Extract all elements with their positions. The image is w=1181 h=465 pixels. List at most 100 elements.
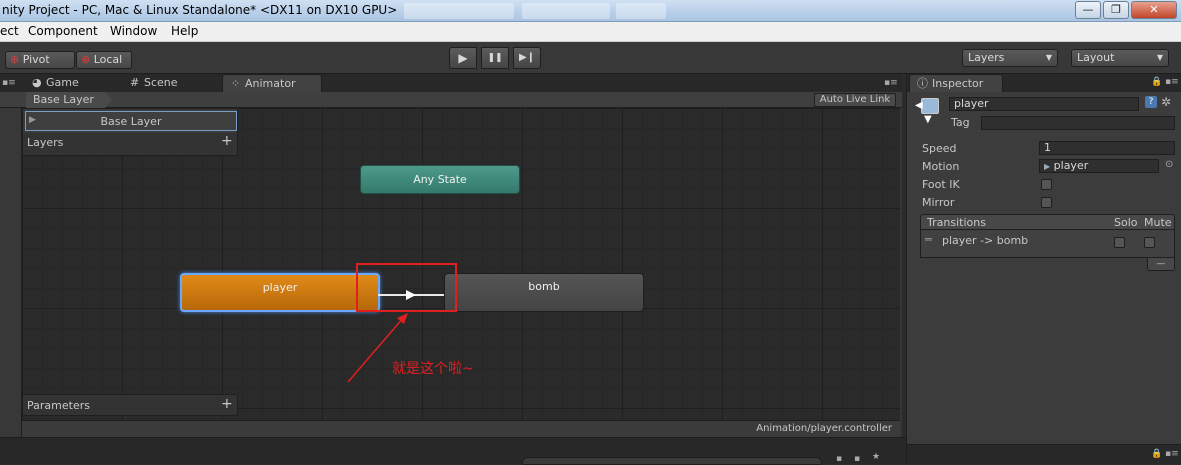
panel-menu-icon[interactable]: ▪≡ xyxy=(2,78,16,88)
local-button[interactable]: ⊗ Local xyxy=(76,51,132,69)
tag-field[interactable] xyxy=(981,116,1175,130)
auto-live-link-button[interactable]: Auto Live Link xyxy=(814,93,896,107)
pause-button[interactable]: ❚❚ xyxy=(481,47,509,69)
breadcrumb-base-layer: Base Layer xyxy=(33,93,94,106)
layer-item-base-layer[interactable]: ▶ Base Layer xyxy=(25,111,237,131)
game-icon: ◕ xyxy=(32,76,42,89)
inspector-tab-strip: ⓘ Inspector 🔒 ▪≡ xyxy=(907,74,1181,92)
menu-item-project[interactable]: ect xyxy=(0,24,19,38)
help-icon[interactable]: ? xyxy=(1145,96,1157,108)
taskbar-ghost-tab xyxy=(404,3,514,19)
layers-dropdown[interactable]: Layers ▼ xyxy=(962,49,1058,67)
animation-clip-icon: ▶ xyxy=(1044,162,1051,171)
speed-field[interactable]: 1 xyxy=(1039,141,1175,155)
step-button[interactable]: ▶❙ xyxy=(513,47,541,69)
gear-icon[interactable]: ✲ xyxy=(1161,95,1171,109)
tab-scene[interactable]: # Scene xyxy=(122,74,220,92)
panel-menu-icon[interactable]: ▪≡ xyxy=(1165,449,1179,459)
state-bomb[interactable]: bomb xyxy=(444,273,644,312)
mirror-checkbox[interactable] xyxy=(1041,197,1052,208)
tab-game[interactable]: ◕ Game xyxy=(24,74,122,92)
menu-bar: ect Component Window Help xyxy=(0,22,1181,42)
layout-dropdown[interactable]: Layout ▼ xyxy=(1071,49,1169,67)
transitions-list: ═ player -> bomb xyxy=(920,230,1175,258)
tab-game-label: Game xyxy=(46,76,79,89)
foot-ik-label: Foot IK xyxy=(922,178,960,191)
add-parameter-button[interactable]: + xyxy=(221,396,233,412)
parameters-panel: Parameters + xyxy=(22,394,238,416)
inspector-panel: ⓘ Inspector 🔒 ▪≡ ◀ ▼ player ? ✲ Tag Spee… xyxy=(906,74,1181,464)
lock-icon[interactable]: 🔒 xyxy=(1151,449,1162,459)
annotation-highlight-box xyxy=(356,263,457,312)
remove-transition-button[interactable]: — xyxy=(1147,258,1175,271)
animator-status-bar: Animation/player.controller xyxy=(22,420,900,437)
pivot-icon: ⊕ xyxy=(10,53,20,66)
tag-label: Tag xyxy=(951,116,970,129)
transitions-header-label: Transitions xyxy=(927,216,986,229)
minimize-button[interactable]: — xyxy=(1075,1,1101,19)
menu-item-component[interactable]: Component xyxy=(28,24,98,38)
tab-inspector-label: Inspector xyxy=(932,77,984,90)
scene-grid-icon: # xyxy=(130,76,140,89)
solo-column-label: Solo xyxy=(1114,216,1138,229)
add-layer-button[interactable]: + xyxy=(221,133,233,149)
local-icon: ⊗ xyxy=(81,53,91,66)
animator-breadcrumb-bar: Base Layer Auto Live Link xyxy=(0,92,902,108)
controller-path: Animation/player.controller xyxy=(756,423,892,434)
bottom-panel-strip: ▪ ▪ ★ xyxy=(0,437,906,465)
mute-checkbox[interactable] xyxy=(1144,237,1155,248)
object-name-field[interactable]: player xyxy=(949,97,1139,111)
speed-label: Speed xyxy=(922,142,957,155)
hierarchy-collapsed-strip xyxy=(0,108,22,437)
chevron-down-icon: ▼ xyxy=(1156,53,1163,62)
tab-inspector[interactable]: ⓘ Inspector xyxy=(909,74,1003,92)
mirror-label: Mirror xyxy=(922,196,955,209)
window-title: nity Project - PC, Mac & Linux Standalon… xyxy=(2,3,398,17)
toolbar: ⊕ Pivot ⊗ Local ▶ ❚❚ ▶❙ Layers ▼ Layout … xyxy=(0,42,1181,74)
menu-item-window[interactable]: Window xyxy=(110,24,157,38)
layers-panel: ▶ Base Layer Layers + xyxy=(22,108,238,156)
mute-column-label: Mute xyxy=(1144,216,1172,229)
drag-handle-icon[interactable]: ═ xyxy=(925,233,932,246)
panel-menu-icon[interactable]: ▪≡ xyxy=(1165,77,1179,87)
tab-animator[interactable]: ⁘ Animator xyxy=(222,74,322,92)
pivot-label: Pivot xyxy=(22,53,50,66)
layers-dropdown-label: Layers xyxy=(968,51,1005,64)
foot-ik-checkbox[interactable] xyxy=(1041,179,1052,190)
layers-header: Layers + xyxy=(23,133,237,155)
pivot-button[interactable]: ⊕ Pivot xyxy=(5,51,75,69)
editor-tab-strip: ▪≡ ◕ Game # Scene ⁘ Animator ▪≡ xyxy=(0,74,902,92)
layers-header-label: Layers xyxy=(27,136,64,149)
maximize-button[interactable]: ❐ xyxy=(1103,1,1129,19)
state-asset-icon: ◀ ▼ xyxy=(915,98,939,125)
lock-icon[interactable]: 🔒 xyxy=(1151,77,1162,87)
tab-animator-label: Animator xyxy=(245,77,296,90)
panel-menu-icon[interactable]: ▪≡ xyxy=(884,78,898,88)
local-label: Local xyxy=(93,53,123,66)
play-button[interactable]: ▶ xyxy=(449,47,477,69)
window-title-bar: nity Project - PC, Mac & Linux Standalon… xyxy=(0,0,1181,22)
motion-value: player xyxy=(1053,159,1089,172)
transition-item-label: player -> bomb xyxy=(942,234,1029,247)
animator-panel: Base Layer Auto Live Link ▶ Base Layer L… xyxy=(0,92,902,437)
breadcrumb[interactable]: Base Layer xyxy=(26,92,112,108)
menu-item-help[interactable]: Help xyxy=(171,24,198,38)
lock-icon[interactable]: ▪ xyxy=(836,454,842,464)
state-any-state[interactable]: Any State xyxy=(360,165,520,194)
info-icon: ⓘ xyxy=(917,77,928,90)
motion-field[interactable]: ▶ player xyxy=(1039,159,1159,173)
object-picker-icon[interactable]: ⊙ xyxy=(1165,159,1173,170)
layout-dropdown-label: Layout xyxy=(1077,51,1115,64)
taskbar-ghost-tab xyxy=(522,3,610,19)
list-item[interactable]: ═ player -> bomb xyxy=(921,232,1174,250)
close-button[interactable]: ✕ xyxy=(1131,1,1177,19)
settings-icon[interactable]: ▪ xyxy=(854,454,860,464)
parameters-header-label: Parameters xyxy=(27,399,90,412)
inspector-footer: 🔒 ▪≡ xyxy=(907,444,1181,464)
tab-scene-label: Scene xyxy=(144,76,178,89)
state-machine-graph[interactable]: ▶ Base Layer Layers + Any State player b… xyxy=(22,108,900,420)
star-icon[interactable]: ★ xyxy=(872,452,880,462)
solo-checkbox[interactable] xyxy=(1114,237,1125,248)
state-player[interactable]: player xyxy=(180,273,380,312)
taskbar-ghost-tab xyxy=(616,3,666,19)
